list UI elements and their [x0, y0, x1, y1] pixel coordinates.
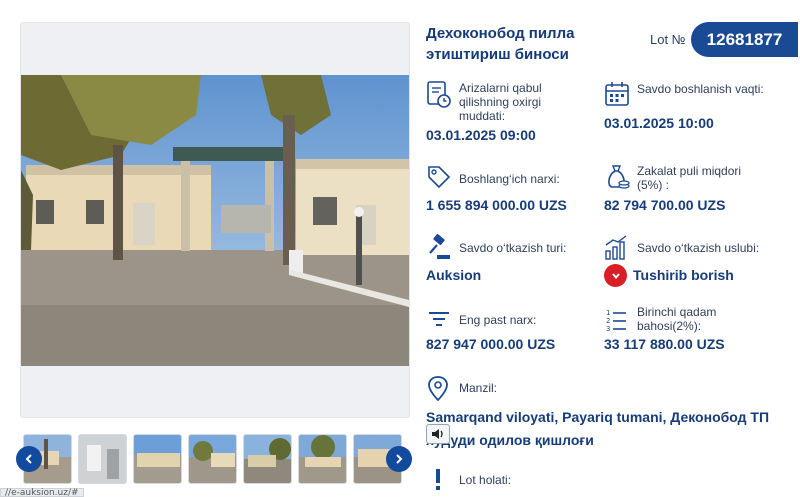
- svg-text:1: 1: [606, 309, 610, 317]
- thumbnail-strip: [20, 434, 410, 484]
- chevron-left-icon: [25, 454, 32, 464]
- photo-gallery: [20, 22, 410, 418]
- price-tag-icon: [428, 166, 451, 189]
- location-pin-icon: [428, 376, 448, 402]
- lot-number-label: Lot №: [650, 32, 686, 47]
- thumbnail[interactable]: [243, 434, 292, 484]
- auction-start-label: Savdo boshlanish vaqti:: [637, 82, 764, 96]
- min-price-label: Eng past narx:: [459, 313, 537, 327]
- start-price-value: 1 655 894 000.00 UZS: [426, 197, 567, 213]
- address-value: Samarqand viloyati, Payariq tumani, Деко…: [426, 406, 798, 452]
- min-price-value: 827 947 000.00 UZS: [426, 336, 556, 352]
- auction-method-item: Savdo o‘tkazish uslubi: Tushirib borish: [604, 233, 794, 288]
- address-item: Manzil:: [426, 374, 626, 402]
- speaker-icon: [432, 429, 443, 439]
- auction-type-label: Savdo o‘tkazish turi:: [459, 241, 567, 255]
- thumbnail[interactable]: [78, 434, 127, 484]
- exclamation-icon: [436, 469, 440, 490]
- lot-number-badge: 12681877: [691, 22, 798, 57]
- lot-status-label: Lot holati:: [459, 473, 512, 487]
- first-step-label: Birinchi qadam bahosi(2%):: [637, 305, 717, 333]
- status-bar-url: //e-auksion.uz/#: [0, 488, 84, 497]
- start-price-label: Boshlang‘ich narxi:: [459, 172, 560, 186]
- start-price-item: Boshlang‘ich narxi: 1 655 894 000.00 UZS: [426, 162, 596, 214]
- deadline-value: 03.01.2025 09:00: [426, 127, 536, 143]
- main-photo[interactable]: [21, 75, 409, 366]
- chevron-right-icon: [396, 454, 403, 464]
- deadline-item: Arizalarni qabul qilishning oxirgi mudda…: [426, 80, 596, 146]
- min-price-item: Eng past narx: 827 947 000.00 UZS: [426, 305, 596, 357]
- numbered-list-icon: 1 2 3: [606, 309, 626, 333]
- auction-method-label: Savdo o‘tkazish uslubi:: [637, 241, 760, 255]
- svg-text:3: 3: [606, 325, 610, 333]
- auction-method-value-row: Tushirib borish: [604, 264, 794, 288]
- auction-method-value: Tushirib borish: [633, 267, 734, 283]
- money-bag-icon: [608, 165, 630, 189]
- gavel-icon: [429, 234, 450, 259]
- lot-status-item: Lot holati:: [426, 466, 626, 494]
- lot-title: Дехоконобод пилла этиштириш биноси: [426, 25, 575, 63]
- document-clock-icon: [427, 81, 451, 108]
- auction-start-item: Savdo boshlanish vaqti: 03.01.2025 10:00: [604, 80, 794, 146]
- down-arrow-icon: [604, 264, 627, 287]
- gallery-prev-button[interactable]: [16, 446, 42, 472]
- deposit-item: Zakalat puli miqdori (5%) : 82 794 700.0…: [604, 162, 794, 214]
- first-step-value: 33 117 880.00 UZS: [604, 336, 725, 352]
- first-step-item: 1 2 3 Birinchi qadam bahosi(2%): 33 117 …: [604, 305, 794, 357]
- bar-chart-icon: [605, 235, 627, 260]
- address-text: Samarqand viloyati, Payariq tumani, Деко…: [426, 409, 770, 448]
- address-label: Manzil:: [459, 381, 498, 395]
- gallery-next-button[interactable]: [386, 446, 412, 472]
- thumbnail[interactable]: [188, 434, 237, 484]
- deadline-label: Arizalarni qabul qilishning oxirgi mudda…: [459, 81, 542, 123]
- filter-lines-icon: [429, 312, 449, 326]
- deposit-value: 82 794 700.00 UZS: [604, 197, 726, 213]
- auction-type-value: Auksion: [426, 267, 482, 283]
- deposit-label: Zakalat puli miqdori (5%) :: [637, 164, 742, 192]
- thumbnail[interactable]: [298, 434, 347, 484]
- svg-text:2: 2: [606, 317, 610, 325]
- auction-type-item: Savdo o‘tkazish turi: Auksion: [426, 233, 596, 285]
- speaker-button[interactable]: [426, 424, 450, 444]
- calendar-icon: [605, 82, 629, 106]
- thumbnail[interactable]: [133, 434, 182, 484]
- auction-start-value: 03.01.2025 10:00: [604, 115, 714, 131]
